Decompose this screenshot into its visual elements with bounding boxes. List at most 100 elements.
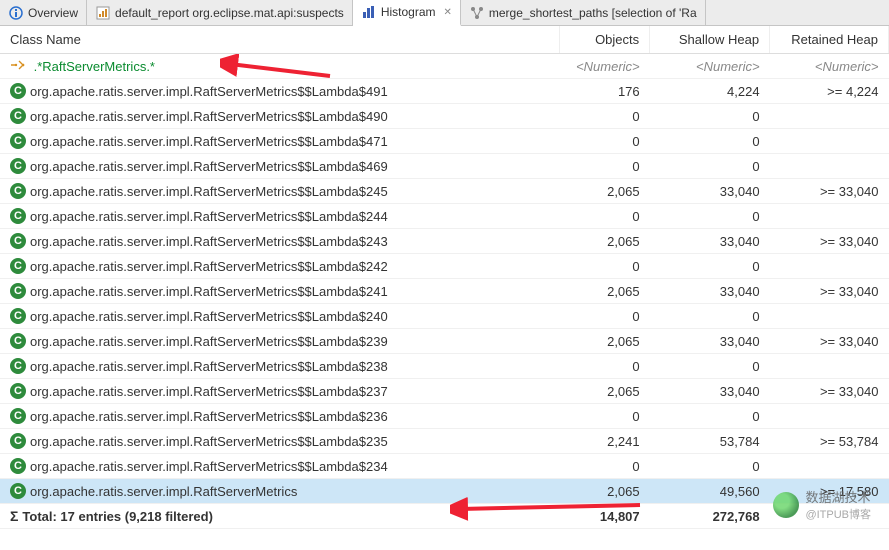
- cell-retained: >= 33,040: [770, 229, 889, 254]
- cell-objects: 2,065: [560, 279, 650, 304]
- cell-objects: 0: [560, 454, 650, 479]
- cell-objects: 2,065: [560, 179, 650, 204]
- cell-retained: >= 33,040: [770, 179, 889, 204]
- class-icon: C: [10, 183, 26, 199]
- tab-label: merge_shortest_paths [selection of 'Ra: [489, 6, 697, 20]
- cell-shallow: 0: [650, 254, 770, 279]
- cell-shallow: 33,040: [650, 279, 770, 304]
- tab-label: Overview: [28, 6, 78, 20]
- col-retained[interactable]: Retained Heap: [770, 26, 889, 54]
- cell-retained: [770, 454, 889, 479]
- table-row[interactable]: Corg.apache.ratis.server.impl.RaftServer…: [0, 154, 889, 179]
- cell-shallow: 0: [650, 129, 770, 154]
- cell-objects: 0: [560, 129, 650, 154]
- cell-objects: 0: [560, 104, 650, 129]
- cell-retained: [770, 204, 889, 229]
- class-icon: C: [10, 158, 26, 174]
- table-row[interactable]: Corg.apache.ratis.server.impl.RaftServer…: [0, 429, 889, 454]
- tab-0[interactable]: Overview: [0, 0, 87, 25]
- table-row[interactable]: Corg.apache.ratis.server.impl.RaftServer…: [0, 79, 889, 104]
- class-icon: C: [10, 233, 26, 249]
- class-name: org.apache.ratis.server.impl.RaftServerM…: [30, 309, 388, 324]
- cell-shallow: 0: [650, 104, 770, 129]
- table-row[interactable]: Corg.apache.ratis.server.impl.RaftServer…: [0, 354, 889, 379]
- cell-objects: 2,065: [560, 329, 650, 354]
- regex-icon: [10, 58, 26, 72]
- table-row[interactable]: Corg.apache.ratis.server.impl.RaftServer…: [0, 379, 889, 404]
- class-name: org.apache.ratis.server.impl.RaftServerM…: [30, 334, 388, 349]
- filter-objects[interactable]: <Numeric>: [560, 54, 650, 79]
- cell-objects: 176: [560, 79, 650, 104]
- class-name: org.apache.ratis.server.impl.RaftServerM…: [30, 484, 297, 499]
- tab-3[interactable]: merge_shortest_paths [selection of 'Ra: [461, 0, 706, 25]
- cell-objects: 0: [560, 354, 650, 379]
- cell-objects: 2,065: [560, 379, 650, 404]
- class-icon: C: [10, 483, 26, 499]
- table-row[interactable]: Corg.apache.ratis.server.impl.RaftServer…: [0, 304, 889, 329]
- histogram-table: Class Name Objects Shallow Heap Retained…: [0, 26, 889, 529]
- cell-retained: >= 33,040: [770, 279, 889, 304]
- class-name: org.apache.ratis.server.impl.RaftServerM…: [30, 409, 388, 424]
- col-shallow[interactable]: Shallow Heap: [650, 26, 770, 54]
- class-icon: C: [10, 458, 26, 474]
- table-row[interactable]: Corg.apache.ratis.server.impl.RaftServer…: [0, 129, 889, 154]
- class-name: org.apache.ratis.server.impl.RaftServerM…: [30, 434, 388, 449]
- col-classname[interactable]: Class Name: [0, 26, 560, 54]
- tab-2[interactable]: Histogram ✕: [353, 0, 461, 26]
- cell-retained: >= 33,040: [770, 379, 889, 404]
- class-name: org.apache.ratis.server.impl.RaftServerM…: [30, 84, 388, 99]
- cell-retained: >= 53,784: [770, 429, 889, 454]
- cell-shallow: 0: [650, 454, 770, 479]
- table-row[interactable]: Corg.apache.ratis.server.impl.RaftServer…: [0, 104, 889, 129]
- cell-objects: 0: [560, 404, 650, 429]
- tab-label: Histogram: [381, 5, 436, 19]
- cell-retained: [770, 129, 889, 154]
- table-row[interactable]: Corg.apache.ratis.server.impl.RaftServer…: [0, 204, 889, 229]
- cell-retained: [770, 104, 889, 129]
- class-icon: C: [10, 133, 26, 149]
- table-row[interactable]: Corg.apache.ratis.server.impl.RaftServer…: [0, 254, 889, 279]
- class-icon: C: [10, 358, 26, 374]
- cell-retained: [770, 154, 889, 179]
- cell-retained: [770, 304, 889, 329]
- sigma-icon: Σ: [10, 508, 18, 524]
- class-name: org.apache.ratis.server.impl.RaftServerM…: [30, 284, 388, 299]
- cell-objects: 2,065: [560, 229, 650, 254]
- cell-shallow: 0: [650, 354, 770, 379]
- table-row[interactable]: Corg.apache.ratis.server.impl.RaftServer…: [0, 329, 889, 354]
- class-name: org.apache.ratis.server.impl.RaftServerM…: [30, 459, 388, 474]
- header-row: Class Name Objects Shallow Heap Retained…: [0, 26, 889, 54]
- tab-icon: [361, 4, 377, 20]
- filter-shallow[interactable]: <Numeric>: [650, 54, 770, 79]
- total-row: ΣTotal: 17 entries (9,218 filtered)14,80…: [0, 504, 889, 529]
- tab-1[interactable]: default_report org.eclipse.mat.api:suspe…: [87, 0, 353, 25]
- filter-retained[interactable]: <Numeric>: [770, 54, 889, 79]
- table-row[interactable]: Corg.apache.ratis.server.impl.RaftServer…: [0, 229, 889, 254]
- cell-objects: 0: [560, 254, 650, 279]
- filter-row[interactable]: .*RaftServerMetrics.* <Numeric> <Numeric…: [0, 54, 889, 79]
- class-name: org.apache.ratis.server.impl.RaftServerM…: [30, 384, 388, 399]
- table-row[interactable]: Corg.apache.ratis.server.impl.RaftServer…: [0, 479, 889, 504]
- close-icon[interactable]: ✕: [444, 7, 452, 18]
- col-objects[interactable]: Objects: [560, 26, 650, 54]
- cell-objects: 0: [560, 154, 650, 179]
- table-row[interactable]: Corg.apache.ratis.server.impl.RaftServer…: [0, 404, 889, 429]
- cell-shallow: 33,040: [650, 379, 770, 404]
- class-icon: C: [10, 83, 26, 99]
- cell-shallow: 49,560: [650, 479, 770, 504]
- cell-shallow: 0: [650, 154, 770, 179]
- table-row[interactable]: Corg.apache.ratis.server.impl.RaftServer…: [0, 454, 889, 479]
- cell-shallow: 33,040: [650, 179, 770, 204]
- cell-objects: 0: [560, 304, 650, 329]
- table-row[interactable]: Corg.apache.ratis.server.impl.RaftServer…: [0, 279, 889, 304]
- tab-label: default_report org.eclipse.mat.api:suspe…: [115, 6, 344, 20]
- filter-input[interactable]: .*RaftServerMetrics.*: [34, 59, 155, 74]
- cell-retained: [770, 254, 889, 279]
- class-name: org.apache.ratis.server.impl.RaftServerM…: [30, 159, 388, 174]
- cell-objects: 2,241: [560, 429, 650, 454]
- cell-objects: 0: [560, 204, 650, 229]
- cell-shallow: 4,224: [650, 79, 770, 104]
- table-row[interactable]: Corg.apache.ratis.server.impl.RaftServer…: [0, 179, 889, 204]
- tab-icon: [8, 5, 24, 21]
- class-icon: C: [10, 408, 26, 424]
